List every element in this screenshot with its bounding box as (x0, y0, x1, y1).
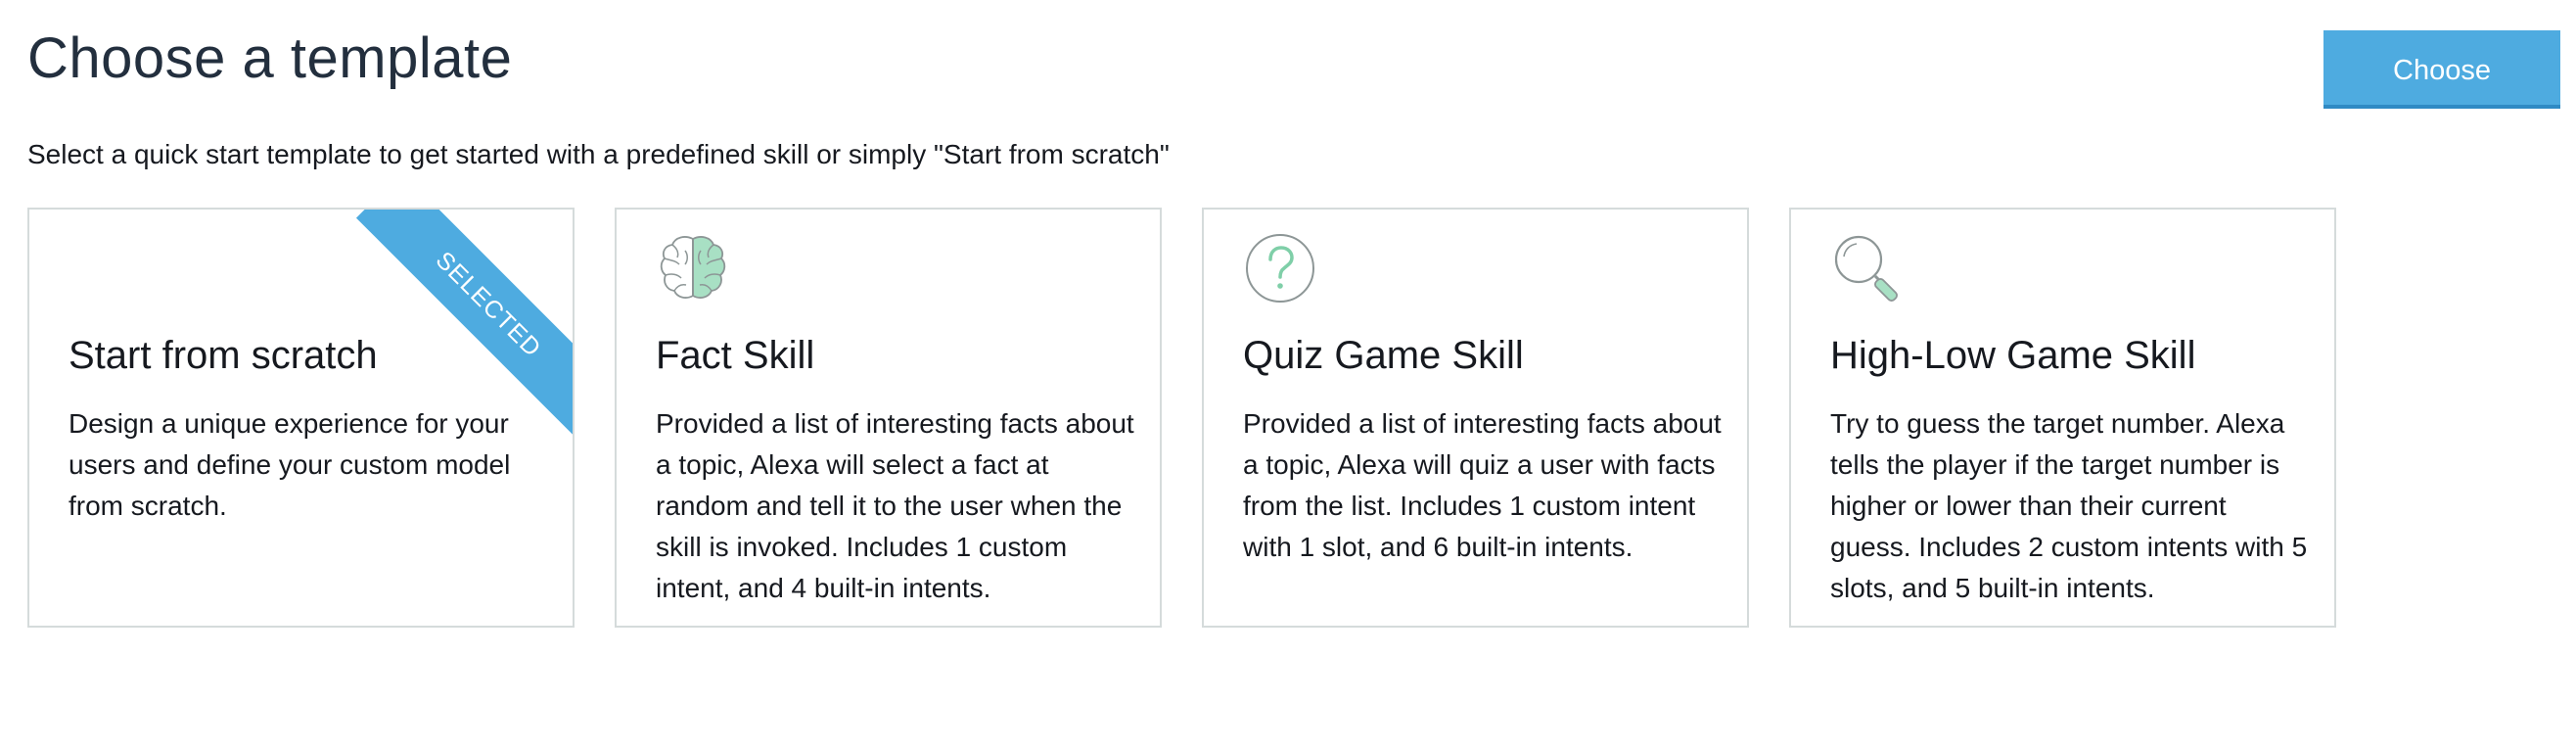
template-card-start-from-scratch[interactable]: SELECTED Start from scratch Design a uni… (27, 208, 575, 628)
template-title: Fact Skill (656, 334, 815, 377)
template-description: Provided a list of interesting facts abo… (1243, 408, 1722, 562)
template-description: Design a unique experience for your user… (69, 408, 511, 521)
brain-icon (660, 236, 726, 299)
template-card-high-low-game-skill[interactable]: High-Low Game Skill Try to guess the tar… (1789, 208, 2336, 628)
template-title: Start from scratch (69, 334, 378, 377)
magnifier-icon (1834, 235, 1898, 302)
selected-badge: SELECTED (355, 210, 573, 438)
template-title: High-Low Game Skill (1830, 334, 2196, 377)
template-description: Try to guess the target number. Alexa te… (1830, 408, 2308, 603)
template-description: Provided a list of interesting facts abo… (656, 408, 1134, 603)
page-title: Choose a template (27, 26, 513, 90)
template-card-quiz-game-skill[interactable]: Quiz Game Skill Provided a list of inter… (1202, 208, 1749, 628)
template-card-fact-skill[interactable]: Fact Skill Provided a list of interestin… (615, 208, 1162, 628)
page-subtitle: Select a quick start template to get sta… (27, 139, 1170, 169)
question-circle-icon (1246, 234, 1314, 303)
page: Choose a template Choose Select a quick … (0, 0, 2576, 750)
template-title: Quiz Game Skill (1243, 334, 1524, 377)
choose-button[interactable]: Choose (2323, 30, 2560, 109)
